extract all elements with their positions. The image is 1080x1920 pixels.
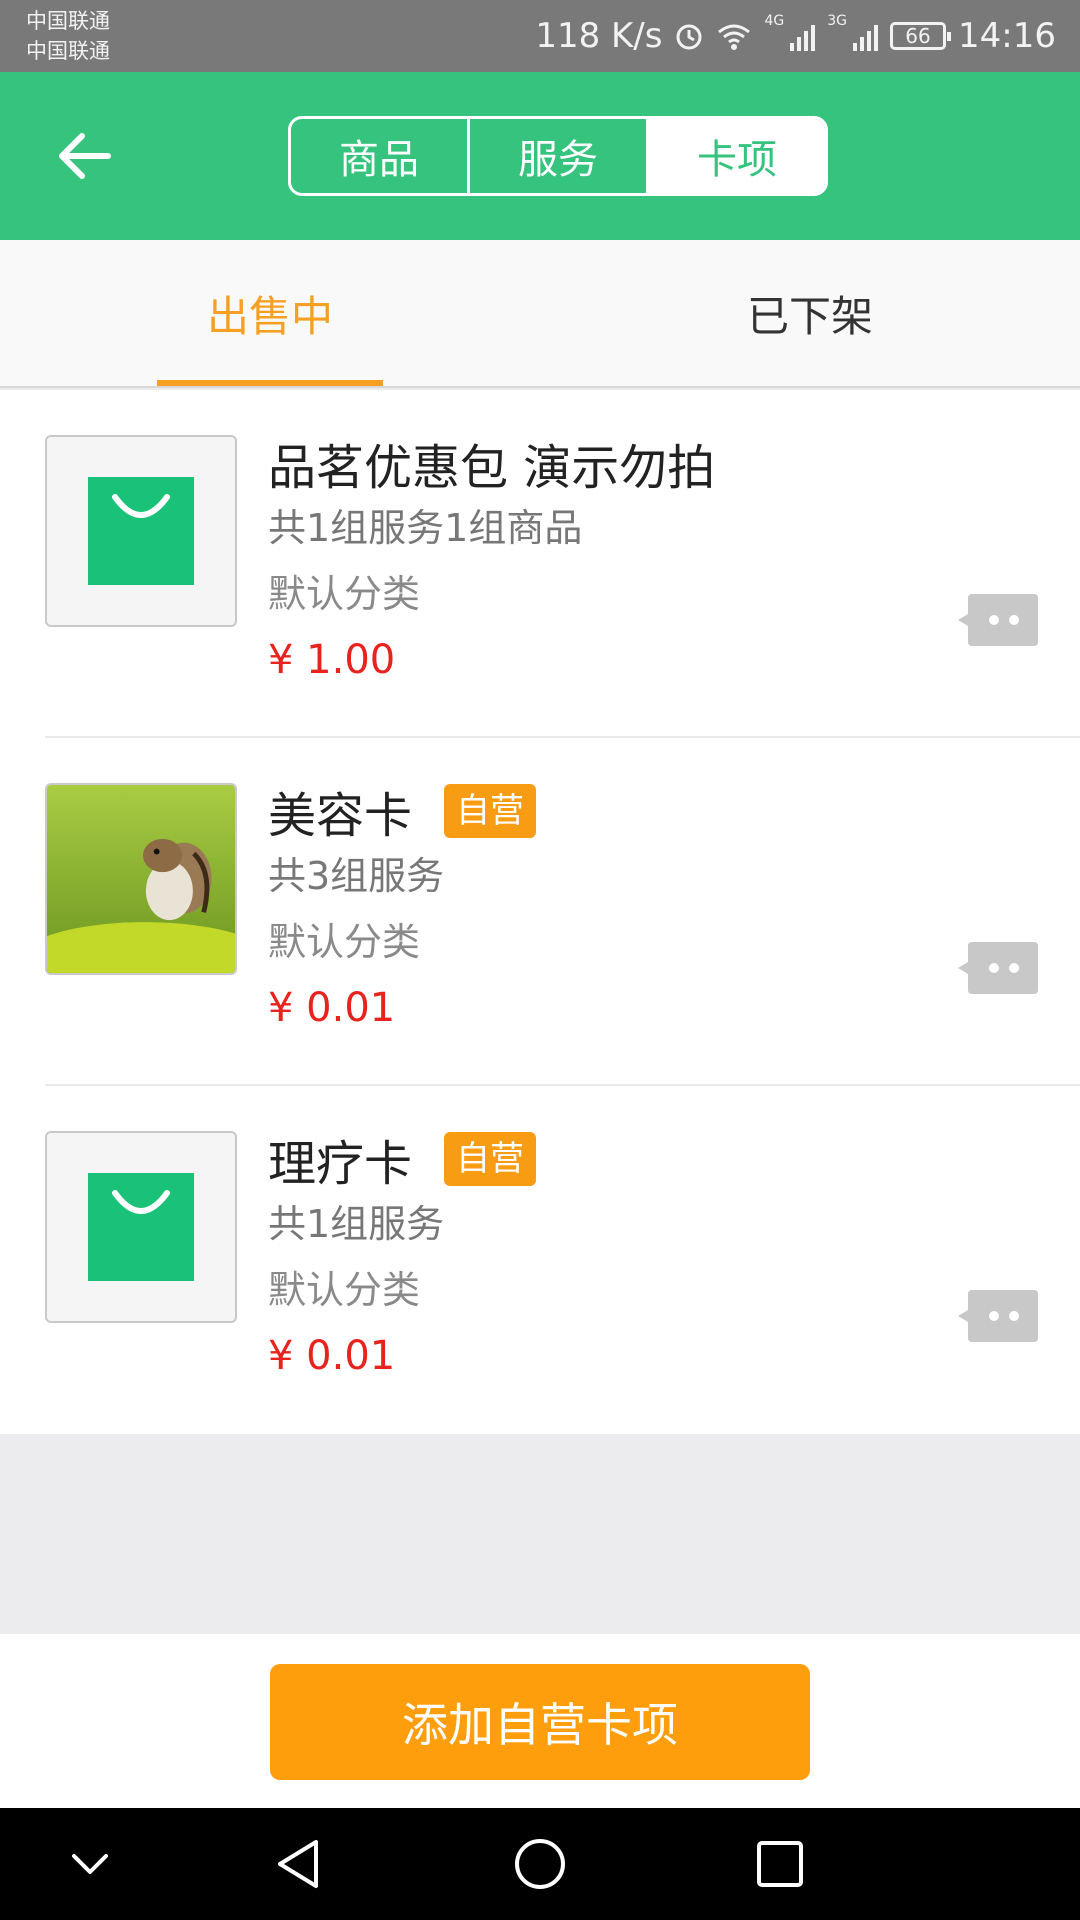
item-title: 美容卡 bbox=[268, 788, 413, 844]
chipmunk-photo bbox=[47, 785, 235, 973]
more-options-icon[interactable] bbox=[958, 594, 1038, 646]
signal-4g-icon bbox=[790, 21, 816, 51]
chevron-down-icon[interactable] bbox=[60, 1834, 120, 1894]
item-title-row: 美容卡 自营 bbox=[268, 780, 537, 844]
item-category: 默认分类 bbox=[268, 572, 421, 616]
item-category: 默认分类 bbox=[268, 920, 421, 964]
shopping-bag-icon bbox=[88, 1173, 194, 1281]
segment-cards-label: 卡项 bbox=[697, 137, 777, 183]
item-title: 理疗卡 bbox=[268, 1136, 413, 1192]
item-title-row: 理疗卡 自营 bbox=[268, 1128, 537, 1192]
carrier-2: 中国联通 bbox=[26, 39, 110, 63]
carrier-info: 中国联通 中国联通 bbox=[26, 6, 110, 66]
item-thumbnail bbox=[45, 1131, 237, 1323]
home-circle-icon[interactable] bbox=[510, 1834, 570, 1894]
alarm-icon bbox=[676, 24, 702, 50]
tab-on-sale-label: 出售中 bbox=[206, 291, 333, 341]
list-item[interactable]: 品茗优惠包 演示勿拍 共1组服务1组商品 默认分类 ¥ 1.00 bbox=[0, 390, 1080, 738]
item-thumbnail bbox=[45, 435, 237, 627]
status-indicators: 118 K/s 4G 3G 66 14:16 bbox=[535, 0, 1056, 72]
list-item[interactable]: 美容卡 自营 共3组服务 默认分类 ¥ 0.01 bbox=[0, 738, 1080, 1086]
arrow-left-icon[interactable] bbox=[52, 124, 116, 188]
item-description: 共1组服务1组商品 bbox=[268, 506, 583, 550]
system-nav-bar bbox=[0, 1808, 1080, 1920]
segment-goods[interactable]: 商品 bbox=[291, 119, 470, 193]
more-options-icon[interactable] bbox=[958, 942, 1038, 994]
item-info: 品茗优惠包 演示勿拍 共1组服务1组商品 默认分类 ¥ 1.00 bbox=[268, 432, 715, 686]
segment-services[interactable]: 服务 bbox=[470, 119, 649, 193]
clock: 14:16 bbox=[958, 16, 1056, 56]
shopping-bag-icon bbox=[88, 477, 194, 585]
self-operated-badge: 自营 bbox=[444, 1132, 537, 1186]
battery-level: 66 bbox=[905, 24, 931, 48]
more-options-icon[interactable] bbox=[958, 1290, 1038, 1342]
status-bar: 中国联通 中国联通 118 K/s 4G 3G 66 14:16 bbox=[0, 0, 1080, 72]
item-title: 品茗优惠包 演示勿拍 bbox=[268, 440, 716, 496]
network-type-3g: 3G bbox=[827, 13, 848, 29]
add-button-label: 添加自营卡项 bbox=[402, 1698, 678, 1752]
segment-goods-label: 商品 bbox=[339, 137, 419, 183]
item-category: 默认分类 bbox=[268, 1268, 421, 1312]
item-title-row: 品茗优惠包 演示勿拍 bbox=[268, 432, 715, 496]
bottom-action-bar: 添加自营卡项 bbox=[0, 1634, 1080, 1808]
item-info: 理疗卡 自营 共1组服务 默认分类 ¥ 0.01 bbox=[268, 1128, 537, 1382]
tab-off-shelf[interactable]: 已下架 bbox=[540, 240, 1080, 386]
add-self-operated-card-button[interactable]: 添加自营卡项 bbox=[270, 1664, 810, 1780]
tab-off-shelf-label: 已下架 bbox=[746, 291, 873, 341]
network-speed: 118 K/s bbox=[535, 16, 663, 56]
item-info: 美容卡 自营 共3组服务 默认分类 ¥ 0.01 bbox=[268, 780, 537, 1034]
top-bar: 商品 服务 卡项 bbox=[0, 72, 1080, 240]
item-thumbnail bbox=[45, 783, 237, 975]
item-description: 共3组服务 bbox=[268, 854, 445, 898]
carrier-1: 中国联通 bbox=[26, 9, 110, 33]
recents-square-icon[interactable] bbox=[750, 1834, 810, 1894]
list-item[interactable]: 理疗卡 自营 共1组服务 默认分类 ¥ 0.01 bbox=[0, 1086, 1080, 1434]
item-price: ¥ 0.01 bbox=[268, 985, 396, 1031]
card-list: 品茗优惠包 演示勿拍 共1组服务1组商品 默认分类 ¥ 1.00 美容卡 自营 … bbox=[0, 390, 1080, 1434]
segment-services-label: 服务 bbox=[518, 137, 598, 183]
tab-on-sale[interactable]: 出售中 bbox=[0, 240, 540, 386]
wifi-icon bbox=[718, 24, 751, 50]
segment-cards[interactable]: 卡项 bbox=[649, 119, 825, 193]
back-triangle-icon[interactable] bbox=[270, 1834, 330, 1894]
item-price: ¥ 1.00 bbox=[268, 637, 396, 683]
item-price: ¥ 0.01 bbox=[268, 1333, 396, 1379]
status-tabs: 出售中 已下架 bbox=[0, 240, 1080, 388]
category-segmented-control: 商品 服务 卡项 bbox=[288, 116, 828, 196]
signal-3g-icon bbox=[853, 21, 879, 51]
network-type-4g: 4G bbox=[764, 13, 785, 29]
item-description: 共1组服务 bbox=[268, 1202, 445, 1246]
active-tab-indicator bbox=[157, 380, 383, 386]
self-operated-badge: 自营 bbox=[444, 784, 537, 838]
battery-icon: 66 bbox=[890, 22, 952, 50]
